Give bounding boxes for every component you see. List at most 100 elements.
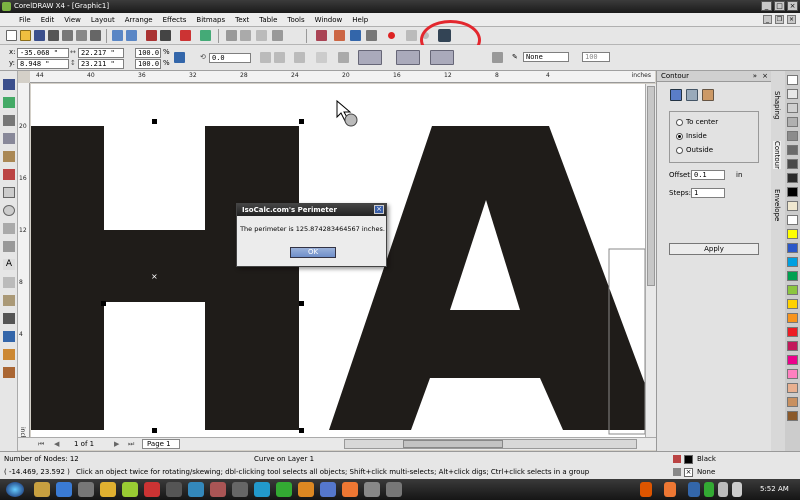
tray-icon-3[interactable]	[688, 482, 700, 497]
next-page-icon[interactable]: ▶	[114, 440, 119, 448]
back-minus-front-icon[interactable]	[430, 50, 454, 65]
selection-handle-bottom-right[interactable]	[299, 428, 304, 433]
color-swatch[interactable]	[787, 411, 798, 421]
taskbar-app-3[interactable]	[78, 482, 94, 497]
import-icon[interactable]	[146, 30, 157, 41]
color-swatch[interactable]	[787, 131, 798, 141]
color-swatch[interactable]	[787, 89, 798, 99]
minimize-button[interactable]: _	[761, 1, 772, 11]
smart-fill-tool-icon[interactable]	[3, 169, 15, 180]
create-boundary-icon[interactable]	[492, 52, 503, 63]
record-macro-icon[interactable]	[388, 32, 395, 39]
doc-minimize-button[interactable]: _	[763, 15, 772, 24]
color-swatch[interactable]	[787, 257, 798, 267]
outside-radio[interactable]	[676, 147, 683, 154]
color-swatch[interactable]	[787, 327, 798, 337]
taskbar-app-4[interactable]	[100, 482, 116, 497]
color-swatch[interactable]	[787, 313, 798, 323]
color-swatch[interactable]	[787, 355, 798, 365]
contour-preset-icon-3[interactable]	[702, 89, 714, 101]
copy-icon[interactable]	[76, 30, 87, 41]
previous-page-icon[interactable]: ◀	[54, 440, 59, 448]
scale-y-field[interactable]: 100.0	[135, 59, 161, 69]
vba-editor-icon[interactable]	[350, 30, 361, 41]
close-button[interactable]: ×	[787, 1, 798, 11]
doc-restore-button[interactable]: ❐	[775, 15, 784, 24]
taskbar-app-13[interactable]	[298, 482, 314, 497]
tab-page-1[interactable]: Page 1	[142, 439, 180, 449]
polygon-tool-icon[interactable]	[3, 223, 15, 234]
x-position-field[interactable]: -35.068 "	[17, 48, 69, 58]
trim-icon[interactable]	[316, 52, 327, 63]
outline-size-field[interactable]: 100	[582, 52, 610, 62]
contour-preset-icon-1[interactable]	[670, 89, 682, 101]
taskbar-app-7[interactable]	[166, 482, 182, 497]
menu-view[interactable]: View	[59, 13, 86, 27]
menu-text[interactable]: Text	[230, 13, 254, 27]
taskbar-app-14[interactable]	[320, 482, 336, 497]
script-icon[interactable]	[334, 30, 345, 41]
tray-icon-2[interactable]	[664, 482, 676, 497]
scale-x-field[interactable]: 100.0	[135, 48, 161, 58]
taskbar-app-17[interactable]	[386, 482, 402, 497]
color-swatch[interactable]	[787, 369, 798, 379]
fill-tool-icon[interactable]	[3, 349, 15, 360]
zoom-tool-icon[interactable]	[3, 133, 15, 144]
mirror-vertical-icon[interactable]	[274, 52, 285, 63]
selection-handle-top-right[interactable]	[299, 119, 304, 124]
taskbar-app-8[interactable]	[188, 482, 204, 497]
doc-close-button[interactable]: ×	[787, 15, 796, 24]
color-swatch[interactable]	[787, 75, 798, 85]
color-swatch[interactable]	[787, 285, 798, 295]
tab-contour[interactable]: Contour	[773, 141, 781, 169]
mirror-horizontal-icon[interactable]	[260, 52, 271, 63]
options-icon[interactable]	[256, 30, 267, 41]
color-swatch[interactable]	[787, 243, 798, 253]
color-swatch[interactable]	[787, 397, 798, 407]
rotation-field[interactable]: 0.0	[209, 53, 251, 63]
color-swatch[interactable]	[787, 187, 798, 197]
menu-tools[interactable]: Tools	[282, 13, 309, 27]
menu-file[interactable]: File	[14, 13, 36, 27]
macro-icon[interactable]	[316, 30, 327, 41]
height-field[interactable]: 23.211 "	[78, 59, 124, 69]
cut-icon[interactable]	[62, 30, 73, 41]
color-swatch[interactable]	[787, 145, 798, 155]
color-swatch[interactable]	[787, 299, 798, 309]
outline-swatch[interactable]: ×	[684, 468, 693, 477]
text-tool-icon[interactable]: A	[3, 259, 15, 270]
front-minus-back-icon[interactable]	[396, 50, 420, 65]
taskbar-app-6[interactable]	[144, 482, 160, 497]
macro-manager-icon[interactable]	[366, 30, 377, 41]
open-folder-icon[interactable]	[20, 30, 31, 41]
offset-field[interactable]: 0.1	[691, 170, 725, 180]
color-swatch[interactable]	[787, 215, 798, 225]
selection-handle-bottom-left[interactable]	[152, 428, 157, 433]
horizontal-ruler[interactable]: inches 44 40 36 32 28 24 20 16 12 8 4	[30, 71, 655, 83]
new-document-icon[interactable]	[6, 30, 17, 41]
print-icon[interactable]	[48, 30, 59, 41]
width-field[interactable]: 22.217 "	[78, 48, 124, 58]
color-swatch[interactable]	[787, 117, 798, 127]
lock-ratio-icon[interactable]	[174, 52, 185, 63]
horizontal-scroll-thumb[interactable]	[403, 440, 503, 448]
menu-edit[interactable]: Edit	[36, 13, 60, 27]
taskbar-app-16[interactable]	[364, 482, 380, 497]
last-page-icon[interactable]: ⏭	[128, 440, 134, 449]
vertical-scrollbar[interactable]	[645, 84, 656, 437]
taskbar-app-5[interactable]	[122, 482, 138, 497]
dialog-ok-button[interactable]: OK	[290, 247, 336, 258]
menu-arrange[interactable]: Arrange	[120, 13, 158, 27]
contour-preset-icon-2[interactable]	[686, 89, 698, 101]
volume-tray-icon[interactable]	[732, 482, 742, 497]
eyedropper-tool-icon[interactable]	[3, 313, 15, 324]
outline-width-dropdown[interactable]: None	[523, 52, 569, 62]
freehand-tool-icon[interactable]	[3, 151, 15, 162]
menu-effects[interactable]: Effects	[158, 13, 192, 27]
color-swatch[interactable]	[787, 229, 798, 239]
tray-icon-4[interactable]	[704, 482, 714, 497]
docker-expand-icon[interactable]: »	[753, 72, 757, 80]
taskbar-app-15[interactable]	[342, 482, 358, 497]
intersect-icon[interactable]	[338, 52, 349, 63]
horizontal-scrollbar[interactable]	[344, 439, 637, 449]
